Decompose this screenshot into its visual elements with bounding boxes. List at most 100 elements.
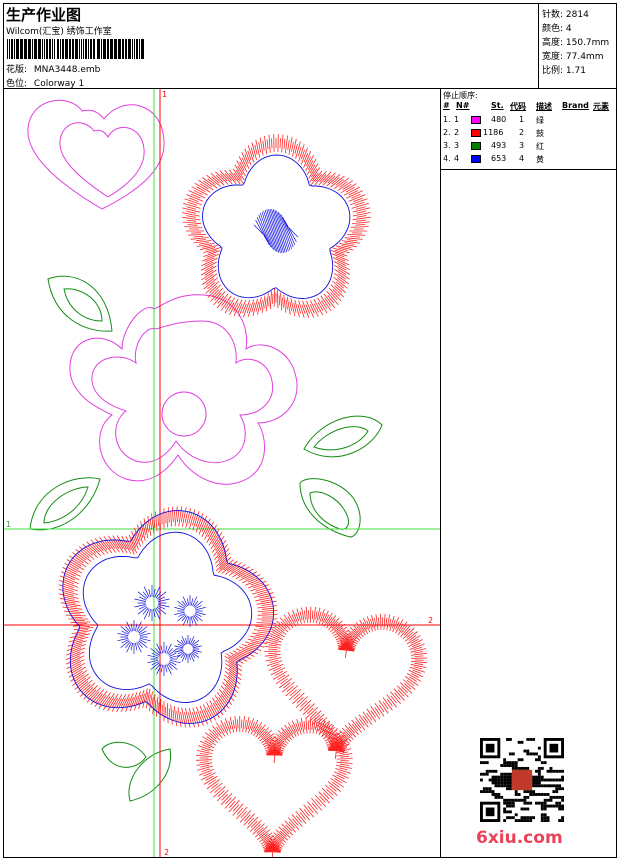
barcode-bar — [7, 39, 8, 59]
design-file-value: MNA3448.emb — [33, 65, 101, 75]
barcode-bar — [136, 39, 138, 59]
qr-module — [561, 795, 564, 799]
row-stitches: 480 — [491, 115, 507, 124]
qr-module — [558, 787, 562, 791]
col-header: St. — [491, 101, 504, 110]
qr-finder-pattern — [549, 743, 559, 753]
qr-module — [503, 801, 507, 805]
qr-module — [537, 746, 541, 750]
qr-module — [549, 778, 553, 782]
barcode-bar — [60, 39, 61, 59]
qr-module — [503, 807, 507, 811]
qr-module — [549, 798, 553, 802]
row-description: 绿 — [536, 116, 544, 125]
qr-module — [546, 769, 550, 773]
row-needle: 4 — [454, 154, 460, 163]
barcode-bar — [128, 39, 131, 59]
qr-module — [497, 795, 501, 799]
qr-module — [561, 807, 564, 811]
qr-module — [529, 752, 533, 756]
table-row: 2. 2 1186 2 鼓 — [441, 128, 617, 141]
qr-module — [552, 790, 556, 794]
flower-center-circle — [161, 391, 207, 437]
qr-module — [508, 752, 512, 756]
barcode-bar — [62, 39, 64, 59]
qr-module — [558, 769, 562, 773]
red-satin-layer — [58, 133, 428, 857]
qr-module — [535, 752, 538, 756]
qr-module — [488, 769, 492, 773]
barcode-bar — [44, 39, 45, 59]
qr-module — [503, 775, 507, 779]
qr-module — [543, 793, 547, 796]
guide-lines: 1 1 2 2 — [4, 89, 440, 857]
qr-module — [497, 781, 501, 785]
qr-module — [561, 769, 564, 773]
qr-module — [503, 761, 507, 765]
row-code: 2 — [519, 128, 525, 137]
qr-module — [549, 769, 553, 773]
qr-finder-pattern — [485, 807, 495, 817]
qr-module — [540, 775, 544, 779]
qr-module — [494, 793, 498, 796]
col-header: # — [443, 101, 450, 110]
qr-module — [555, 801, 559, 805]
row-number: 3. — [443, 141, 451, 150]
row-needle: 3 — [454, 141, 460, 150]
barcode-bar — [75, 39, 78, 59]
guide-label-2: 2 — [428, 616, 433, 625]
qr-module — [506, 801, 509, 805]
qr-module — [500, 764, 504, 767]
qr-module — [485, 772, 489, 776]
qr-module — [520, 758, 524, 762]
qr-module — [508, 778, 512, 782]
barcode-bar — [38, 39, 41, 59]
barcode-bar — [118, 39, 121, 59]
rosette-stitch — [134, 585, 170, 621]
qr-module — [503, 819, 507, 822]
color-count: 颜色: 4 — [542, 24, 572, 34]
qr-module — [532, 775, 536, 779]
qr-module — [503, 764, 507, 767]
qr-module — [552, 804, 556, 808]
qr-module — [503, 798, 507, 802]
qr-module — [555, 804, 559, 808]
qr-module — [508, 816, 512, 820]
qr-module — [506, 810, 509, 814]
qr-module — [552, 778, 556, 782]
qr-module — [517, 819, 521, 822]
qr-module — [561, 804, 564, 808]
row-code: 1 — [519, 115, 525, 124]
qr-module — [555, 787, 559, 791]
qr-module — [494, 781, 498, 785]
qr-module — [506, 772, 509, 776]
stitch-count: 针数: 2814 — [542, 10, 589, 20]
qr-module — [558, 819, 562, 822]
qr-module — [491, 790, 495, 794]
barcode-bar — [11, 39, 13, 59]
qr-module — [529, 819, 533, 822]
table-row: 1. 1 480 1 绿 — [441, 115, 617, 128]
barcode-bar — [20, 39, 23, 59]
qr-module — [520, 807, 524, 811]
qr-module — [526, 738, 530, 741]
qr-module — [537, 781, 541, 785]
barcode-bar — [134, 39, 135, 59]
qr-module — [546, 784, 550, 788]
qr-module — [523, 795, 527, 799]
stop-sequence-title: 停止顺序: — [443, 91, 478, 100]
barcode-bar — [107, 39, 109, 59]
embroidery-design-canvas: 1 1 2 2 — [4, 89, 440, 857]
qr-module — [520, 798, 524, 802]
qr-module — [558, 804, 562, 808]
color-swatch — [471, 142, 481, 150]
qr-module — [514, 798, 518, 802]
barcode-bar — [34, 39, 37, 59]
qr-module — [540, 793, 544, 796]
qr-module — [506, 787, 509, 791]
qr-module — [514, 813, 518, 817]
qr-module — [506, 764, 509, 767]
qr-module — [546, 816, 550, 820]
qr-module — [552, 769, 556, 773]
barcode-bar — [139, 39, 140, 59]
